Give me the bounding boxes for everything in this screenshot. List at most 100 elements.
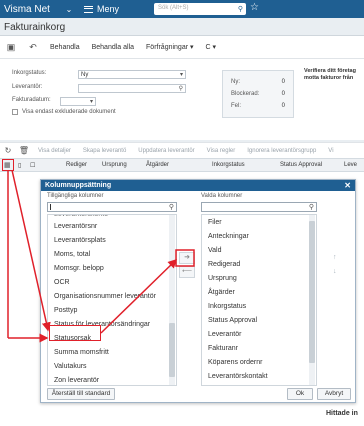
refresh-dropdown[interactable]: C ▾ [200,43,223,51]
available-scrollbar-thumb[interactable] [169,323,175,377]
list-item[interactable]: Posttyp [54,307,77,314]
new-count-value: 0 [281,79,285,85]
supplier-label: Leverantör: [12,84,43,90]
cancel-button[interactable]: Avbryt [317,388,351,400]
undo-icon[interactable]: ↶ [22,42,44,53]
error-count-label: Fel: [231,103,242,109]
reset-default-button[interactable]: Återställ till standard [47,388,115,400]
attachment-icon: ▯ [18,163,22,169]
grid-header: ▦ ▯ ☐ Rediger Ursprung Åtgärder Inkorgst… [0,158,364,172]
available-search-input[interactable]: ⚲ [47,202,177,212]
menu-button[interactable]: Meny [80,4,150,14]
move-up-icon[interactable]: ↑ [333,254,337,261]
list-item[interactable]: Status Approval [208,317,257,324]
status-value: Ny [81,72,89,78]
grid-action-view-rules[interactable]: Visa regler [201,148,242,154]
page-title: Fakturainkorg [4,22,66,33]
process-button[interactable]: Behandla [44,44,86,51]
invoice-date-label: Fakturadatum: [12,97,51,103]
search-placeholder: Sök (Alt+S) [158,5,189,11]
search-icon[interactable]: ⚲ [238,5,243,13]
list-item[interactable]: Ursprung [208,275,237,282]
top-bar: Visma Net ⌄ Meny Sök (Alt+S) ⚲ ☆ [0,0,364,18]
invoice-date-input[interactable]: ▾ [60,97,96,106]
available-columns-list[interactable]: Leverantörskonto Leverantörsnr Leverantö… [47,214,177,386]
list-item[interactable]: Fakturanr [208,345,238,352]
list-item[interactable]: Leverantörskontakt [208,373,268,380]
grid-action-update-supplier[interactable]: Uppdatera leverantör [132,148,200,154]
search-icon[interactable]: ⚲ [169,203,174,211]
list-item[interactable]: Leverantör [208,331,241,338]
column-header-status-approval[interactable]: Status Approval [280,162,322,168]
list-item[interactable]: Zon leverantör [54,377,99,384]
selected-columns-list[interactable]: Filer Anteckningar Vald Redigerad Urspru… [201,214,317,386]
move-right-button[interactable]: ➜ [179,252,195,264]
list-item[interactable]: Valutakurs [54,363,87,370]
status-label: Inkorgstatus: [12,70,47,76]
list-item[interactable]: Summa momsfritt [54,349,109,356]
list-item[interactable]: Momsgr. belopp [54,265,104,272]
dialog-title: Kolumnuppsättning [45,182,112,189]
brand-name[interactable]: Visma Net [0,4,58,15]
list-item[interactable]: Köparens ordernr [208,359,262,366]
list-item[interactable]: Moms, total [54,251,90,258]
chevron-down-icon: ▾ [179,72,183,78]
selected-scrollbar-thumb[interactable] [309,221,315,363]
list-item-partial[interactable]: Leverantörskonto [54,215,108,218]
available-scrollbar[interactable] [169,215,175,385]
search-icon[interactable]: ⚲ [309,203,314,211]
delete-icon[interactable]: 🗑 [16,146,32,155]
verify-company-text: Verifiera ditt företag motta fakturor fr… [304,68,356,81]
excluded-checkbox[interactable] [12,109,18,115]
menu-label: Meny [97,4,120,14]
list-item[interactable]: Leverantörsplats [54,237,106,244]
refresh-icon[interactable]: ↻ [0,146,16,155]
list-item[interactable]: Redigerad [208,261,240,268]
list-item[interactable]: Inkorgstatus [208,303,246,310]
error-count-value: 0 [281,103,285,109]
selected-search-input[interactable]: ⚲ [201,202,317,212]
blocked-count-value: 0 [281,91,285,97]
status-reason-highlight [49,325,101,341]
grid-action-view-details[interactable]: Visa detaljer [32,148,77,154]
dialog-title-bar: Kolumnuppsättning ✕ [41,180,355,191]
list-item[interactable]: Organisationsnummer leverantör [54,293,156,300]
column-header-origin[interactable]: Ursprung [102,162,127,168]
status-select[interactable]: Ny ▾ [78,70,186,79]
list-item[interactable]: Vald [208,247,222,254]
search-icon[interactable]: ⚲ [179,85,183,93]
refresh-label: C [205,44,211,51]
grid-action-create-supplier[interactable]: Skapa leverantö [77,148,132,154]
selected-scrollbar[interactable] [309,215,315,385]
column-header-supplier[interactable]: Leve [344,162,357,168]
status-summary-box: Ny: 0 Blockerad: 0 Fel: 0 [222,70,294,118]
grid-action-ignore-group[interactable]: Ignorera leverantörsgrupp [241,148,322,154]
inquiries-label: Förfrågningar [146,44,189,51]
column-header-actions[interactable]: Åtgärder [146,162,169,168]
chevron-down-icon[interactable]: ⌄ [58,5,80,14]
list-item[interactable]: Leverantörsnr [54,223,97,230]
ok-button[interactable]: Ok [287,388,313,400]
search-input[interactable]: Sök (Alt+S) ⚲ [154,3,246,15]
chevron-down-icon: ▾ [89,99,93,105]
list-item[interactable]: Anteckningar [208,233,249,240]
select-all-checkbox[interactable]: ☐ [30,162,35,169]
hamburger-icon [84,5,93,13]
close-icon[interactable]: ✕ [344,181,351,190]
grid-toolbar: ↻ 🗑 Visa detaljer Skapa leverantö Uppdat… [0,142,364,158]
grid-action-more[interactable]: Vi [322,148,339,154]
found-text: Hittade in [326,410,358,417]
save-icon[interactable]: ▣ [0,42,22,53]
inquiries-dropdown[interactable]: Förfrågningar ▾ [140,43,200,51]
list-item[interactable]: OCR [54,279,70,286]
move-left-button[interactable]: ⟵ [179,266,195,278]
column-header-edited[interactable]: Rediger [66,162,87,168]
star-icon[interactable]: ☆ [250,2,259,13]
move-down-icon[interactable]: ↓ [333,268,337,275]
column-settings-dialog: Kolumnuppsättning ✕ Tillgängliga kolumne… [40,179,356,403]
list-item[interactable]: Filer [208,219,222,226]
supplier-input[interactable]: ⚲ [78,84,186,93]
process-all-button[interactable]: Behandla alla [86,44,140,51]
list-item[interactable]: Åtgärder [208,289,235,296]
column-header-inbox-status[interactable]: Inkorgstatus [212,162,245,168]
